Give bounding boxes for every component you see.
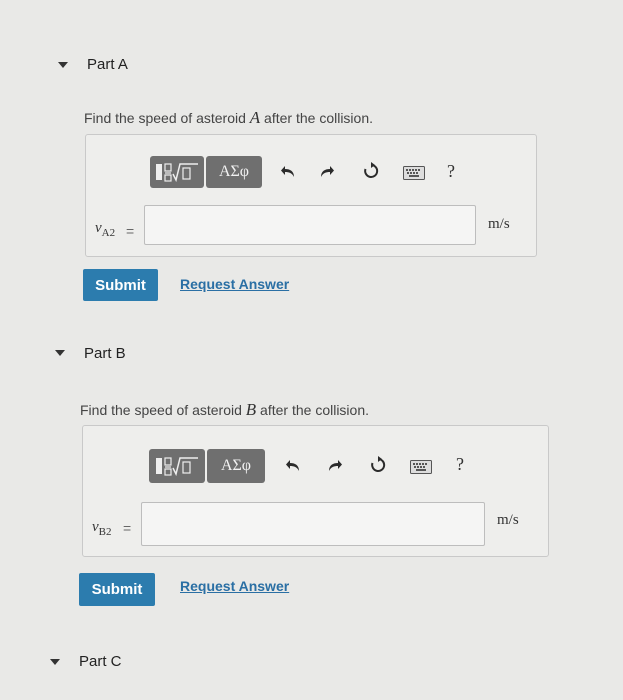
undo-icon[interactable] [284,457,302,475]
part-b-title[interactable]: Part B [84,345,126,362]
caret-down-icon[interactable] [55,350,65,356]
unit-label: m/s [488,216,510,232]
variable-label: vB2 [92,519,112,538]
greek-symbols-button[interactable]: ΑΣφ [207,449,265,483]
part-c-title[interactable]: Part C [79,653,122,670]
answer-input[interactable] [141,502,485,546]
submit-button[interactable]: Submit [79,573,155,606]
help-button[interactable]: ? [447,161,455,182]
equals-sign: = [123,520,132,536]
reset-icon[interactable] [369,456,387,474]
templates-button[interactable] [149,449,205,483]
reset-icon[interactable] [362,162,380,180]
part-a-question: Find the speed of asteroid A after the c… [84,108,374,127]
templates-icon [156,163,198,183]
caret-down-icon[interactable] [50,659,60,665]
part-a-answer-box: ΑΣφ ? vA2 = m/s [85,134,537,257]
keyboard-icon[interactable] [403,164,425,182]
part-a-section: Part A Find the speed of asteroid A afte… [0,0,623,330]
templates-button[interactable] [150,156,204,188]
request-answer-link[interactable]: Request Answer [180,578,289,594]
greek-symbols-button[interactable]: ΑΣφ [206,156,262,188]
redo-icon[interactable] [326,457,344,475]
help-button[interactable]: ? [456,454,464,475]
part-b-section: Part B Find the speed of asteroid B afte… [0,330,623,630]
templates-icon [156,457,198,477]
variable-label: vA2 [95,220,116,239]
unit-label: m/s [497,512,519,528]
keyboard-icon[interactable] [410,458,432,476]
part-b-question: Find the speed of asteroid B after the c… [80,400,370,419]
part-c-section: Part C [0,630,623,700]
part-a-title[interactable]: Part A [87,56,128,73]
submit-button[interactable]: Submit [83,269,158,301]
request-answer-link[interactable]: Request Answer [180,276,289,292]
part-b-answer-box: ΑΣφ ? vB2 = m/s [82,425,549,557]
undo-icon[interactable] [279,163,297,181]
equals-sign: = [126,223,135,239]
caret-down-icon[interactable] [58,62,68,68]
redo-icon[interactable] [318,163,336,181]
answer-input[interactable] [144,205,476,245]
